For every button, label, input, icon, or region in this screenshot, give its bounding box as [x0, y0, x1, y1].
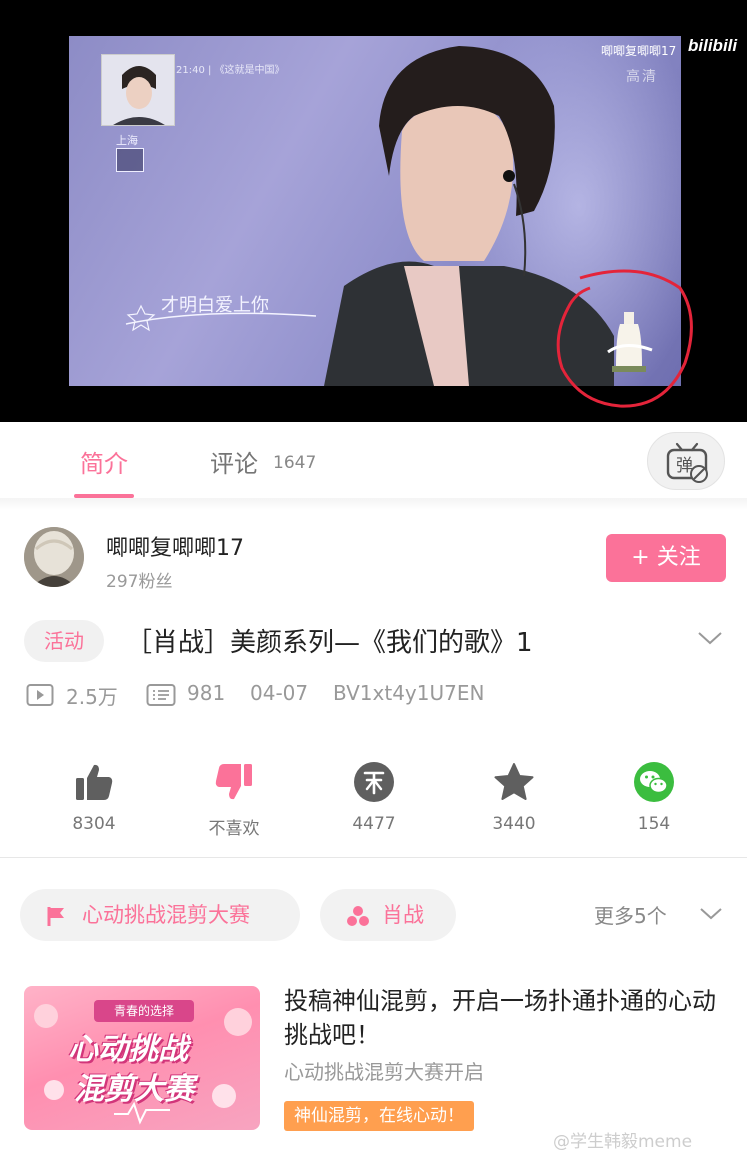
tab-divider	[0, 498, 747, 510]
promo-image-ribbon: 青春的选择	[94, 1000, 194, 1022]
tag-chip[interactable]: 肖战	[320, 889, 456, 941]
tag-chip-label: 肖战	[382, 903, 424, 927]
tab-intro[interactable]: 简介	[80, 444, 128, 479]
coin-icon	[354, 762, 394, 802]
follow-button[interactable]: + 关注	[606, 534, 726, 582]
tab-bar: 简介 评论 1647 弹	[0, 422, 747, 498]
share-wechat-button[interactable]: 154	[604, 760, 704, 834]
star-icon	[494, 763, 534, 800]
comments-count: 1647	[273, 453, 317, 473]
uploader-watermark: 唧唧复唧唧17	[601, 44, 677, 58]
wechat-icon	[634, 762, 674, 802]
thumbs-up-icon	[76, 764, 113, 800]
uploader-fans: 297粉丝	[106, 572, 173, 592]
video-title: ［肖战］美颜系列—《我们的歌》1	[126, 628, 533, 658]
tab-comments[interactable]: 评论	[210, 444, 258, 479]
broadcaster-inset	[101, 54, 175, 126]
promo-subtitle: 心动挑战混剪大赛开启	[284, 1060, 484, 1084]
chevron-down-icon[interactable]	[696, 628, 724, 648]
sponsor-bottle-logo	[607, 312, 653, 372]
like-button[interactable]: 8304	[44, 760, 144, 834]
bilibili-logo: bilibili	[688, 36, 738, 55]
promo-title[interactable]: 投稿神仙混剪，开启一场扑通扑通的心动挑战吧！	[284, 984, 724, 1052]
event-chip[interactable]: 心动挑战混剪大赛	[20, 889, 300, 941]
inset-city-label: 上海	[116, 134, 138, 147]
publish-date: 04-07	[250, 681, 309, 705]
favorite-button[interactable]: 3440	[464, 760, 564, 834]
promo-image-line2: 混剪大赛	[74, 1072, 194, 1107]
video-frame[interactable]: 21:40 | 《这就是中国》 上海 高清 才明白爱上你	[69, 36, 681, 386]
chevron-down-icon[interactable]	[698, 905, 724, 923]
promo-image-line1: 心动挑战	[68, 1032, 188, 1067]
danmaku-off-icon: 弹	[666, 442, 708, 483]
activity-tag[interactable]: 活动	[24, 620, 104, 662]
promo-badge: 神仙混剪，在线心动！	[284, 1101, 474, 1131]
flag-icon	[47, 907, 64, 926]
video-bvid: BV1xt4y1U7EN	[333, 681, 485, 705]
performer-image	[324, 46, 614, 386]
coin-button[interactable]: 4477	[324, 760, 424, 834]
inset-station-tag	[116, 148, 144, 172]
danmaku-toggle-button[interactable]: 弹	[647, 432, 725, 490]
favorite-count: 3440	[492, 814, 536, 834]
promo-banner-image[interactable]: 青春的选择 心动挑战 混剪大赛	[24, 986, 260, 1130]
video-player[interactable]: 21:40 | 《这就是中国》 上海 高清 才明白爱上你 唧唧复唧唧17 bil…	[0, 0, 747, 422]
dislike-button[interactable]: 不喜欢	[184, 760, 284, 839]
more-tags-link[interactable]: 更多5个	[594, 900, 667, 929]
event-chip-label: 心动挑战混剪大赛	[82, 903, 250, 927]
play-count-icon	[26, 684, 54, 706]
uploader-name[interactable]: 唧唧复唧唧17	[106, 530, 244, 562]
danmaku-count-icon	[146, 684, 176, 706]
thumbs-down-icon	[215, 764, 252, 800]
danmaku-count: 981	[187, 681, 226, 705]
dislike-label: 不喜欢	[208, 819, 260, 839]
tag-circles-icon	[347, 906, 369, 926]
section-divider	[0, 857, 747, 858]
broadcast-info: 21:40 | 《这就是中国》	[176, 65, 285, 76]
like-count: 8304	[72, 814, 116, 834]
coin-count: 4477	[352, 814, 396, 834]
lyric-subtitle: 才明白爱上你	[161, 295, 269, 316]
hd-label: 高清	[626, 69, 658, 85]
view-count: 2.5万	[66, 685, 118, 709]
uploader-avatar[interactable]	[24, 527, 84, 587]
share-count: 154	[637, 814, 671, 834]
weibo-watermark: @学生韩毅meme	[553, 1132, 693, 1152]
